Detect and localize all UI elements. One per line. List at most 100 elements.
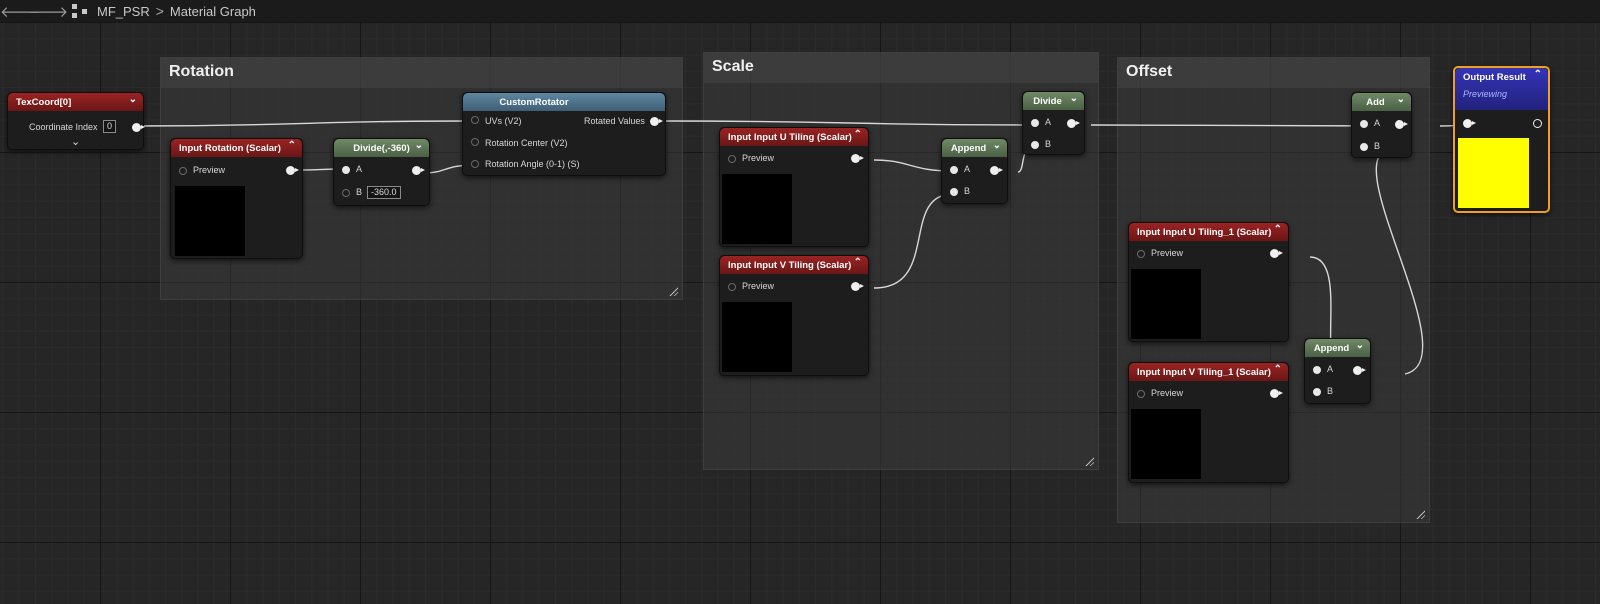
node-divide-scale[interactable]: Divide ⌄ A B [1022,91,1085,155]
node-output-result[interactable]: Output Result Previewing ⌃ [1453,66,1550,213]
node-custom-rotator[interactable]: CustomRotator UVs (V2) Rotated Values Ro… [462,92,666,176]
resize-grip-icon[interactable] [1084,456,1094,466]
node-u-tiling-1[interactable]: Input Input U Tiling_1 (Scalar) ⌃ Previe… [1128,222,1289,342]
node-header[interactable]: Input Rotation (Scalar) ⌃ [171,139,302,157]
input-pin-b[interactable] [1313,388,1321,396]
chevron-down-icon[interactable]: ⌄ [71,135,80,148]
chevron-down-icon[interactable]: ⌄ [1397,94,1405,105]
output-pin[interactable] [851,282,864,291]
input-pin-b[interactable] [1360,143,1368,151]
comment-title-offset[interactable]: Offset [1126,63,1172,81]
node-divide-rotation[interactable]: Divide(,-360) ⌄ A B -360.0 [333,138,430,206]
input-pin[interactable] [179,167,187,175]
node-title: CustomRotator [499,96,569,108]
node-header[interactable]: Output Result Previewing ⌃ [1455,68,1548,110]
input-pin-b[interactable] [342,189,350,197]
output-pin[interactable] [1067,119,1080,128]
input-pin-center[interactable] [471,138,479,146]
output-pin[interactable] [851,154,864,163]
node-append-scale[interactable]: Append ⌄ A B [941,138,1008,204]
chevron-up-icon[interactable]: ⌃ [1274,364,1282,375]
node-add[interactable]: Add ⌄ A B [1351,92,1412,158]
b-value-field[interactable]: -360.0 [367,186,401,199]
chevron-down-icon[interactable]: ⌄ [129,94,137,105]
preview-thumbnail [175,186,245,256]
node-header[interactable]: Divide(,-360) ⌄ [334,139,429,157]
preview-thumbnail [722,302,792,372]
output-pin[interactable] [286,166,299,175]
chevron-up-icon[interactable]: ⌃ [288,140,296,151]
node-header[interactable]: Append ⌄ [1305,339,1370,357]
node-header[interactable]: TexCoord[0] ⌄ [8,93,143,111]
chevron-down-icon[interactable]: ⌄ [1070,93,1078,104]
input-pin-b[interactable] [950,188,958,196]
chevron-down-icon[interactable]: ⌄ [993,140,1001,151]
input-pin-a[interactable] [1360,120,1368,128]
pin-label: B [1374,141,1381,151]
node-title: Input Input U Tiling (Scalar) [728,131,852,143]
output-pin[interactable] [1270,389,1283,398]
node-u-tiling[interactable]: Input Input U Tiling (Scalar) ⌃ Preview [719,127,869,247]
input-pin[interactable] [1137,250,1145,258]
output-pin[interactable] [1353,366,1366,375]
node-header[interactable]: Input Input U Tiling (Scalar) ⌃ [720,128,868,146]
chevron-up-icon[interactable]: ⌃ [854,257,862,268]
node-header[interactable]: Input Input U Tiling_1 (Scalar) ⌃ [1129,223,1288,241]
pin-label: A [1374,118,1381,128]
input-pin-a[interactable] [342,166,350,174]
node-append-offset[interactable]: Append ⌄ A B [1304,338,1371,404]
input-pin[interactable] [1137,390,1145,398]
input-pin[interactable] [728,283,736,291]
input-pin-angle[interactable] [471,160,479,168]
node-v-tiling-1[interactable]: Input Input V Tiling_1 (Scalar) ⌃ Previe… [1128,362,1289,483]
pin-label: B [356,187,363,197]
node-header[interactable]: Input Input V Tiling_1 (Scalar) ⌃ [1129,363,1288,381]
breadcrumb-graph[interactable]: Material Graph [170,4,256,19]
output-pin[interactable] [132,123,145,132]
node-texcoord[interactable]: TexCoord[0] ⌄ Coordinate Index 0 ⌄ [7,92,145,150]
node-header[interactable]: CustomRotator [463,93,665,111]
pin-label: B [1327,386,1334,396]
node-title: Input Input V Tiling (Scalar) [728,259,852,271]
pin-label: B [1045,139,1052,149]
node-title: Input Input V Tiling_1 (Scalar) [1137,366,1271,378]
input-pin[interactable] [728,155,736,163]
node-title: Append [950,142,987,154]
node-subtitle: Previewing [1463,89,1508,99]
node-input-rotation[interactable]: Input Rotation (Scalar) ⌃ Preview [170,138,303,259]
node-v-tiling[interactable]: Input Input V Tiling (Scalar) ⌃ Preview [719,255,869,376]
output-pin[interactable] [650,117,663,126]
chevron-up-icon[interactable]: ⌃ [1534,69,1542,80]
output-pin[interactable] [1395,120,1408,129]
chevron-down-icon[interactable]: ⌄ [1356,340,1364,351]
output-pin[interactable] [1533,119,1542,128]
output-pin[interactable] [412,166,425,175]
node-header[interactable]: Append ⌄ [942,139,1007,157]
node-header[interactable]: Divide ⌄ [1023,92,1084,110]
node-title: Divide [1033,95,1062,107]
comment-title-scale[interactable]: Scale [712,58,754,76]
breadcrumb-asset[interactable]: MF_PSR [97,4,150,19]
input-pin-uvs[interactable] [471,116,479,124]
arrow-right-icon[interactable]: 🡒 [28,2,68,21]
pin-label: Rotated Values [584,116,645,126]
comment-title-rotation[interactable]: Rotation [169,63,234,81]
node-header[interactable]: Input Input V Tiling (Scalar) ⌃ [720,256,868,274]
coordinate-index-field[interactable]: 0 [103,120,117,133]
pin-label: UVs (V2) [485,116,522,126]
input-pin[interactable] [1463,119,1476,128]
chevron-up-icon[interactable]: ⌃ [854,129,862,140]
input-pin-a[interactable] [950,166,958,174]
node-header[interactable]: Add ⌄ [1352,93,1411,111]
resize-grip-icon[interactable] [668,286,678,296]
input-pin-b[interactable] [1031,141,1039,149]
breadcrumb-separator: > [155,3,164,19]
input-pin-a[interactable] [1031,119,1039,127]
input-pin-a[interactable] [1313,366,1321,374]
chevron-down-icon[interactable]: ⌄ [415,140,423,151]
resize-grip-icon[interactable] [1415,509,1425,519]
arrow-left-icon[interactable]: 🡐 [0,2,40,21]
output-pin[interactable] [1270,249,1283,258]
output-pin[interactable] [990,166,1003,175]
chevron-up-icon[interactable]: ⌃ [1274,224,1282,235]
